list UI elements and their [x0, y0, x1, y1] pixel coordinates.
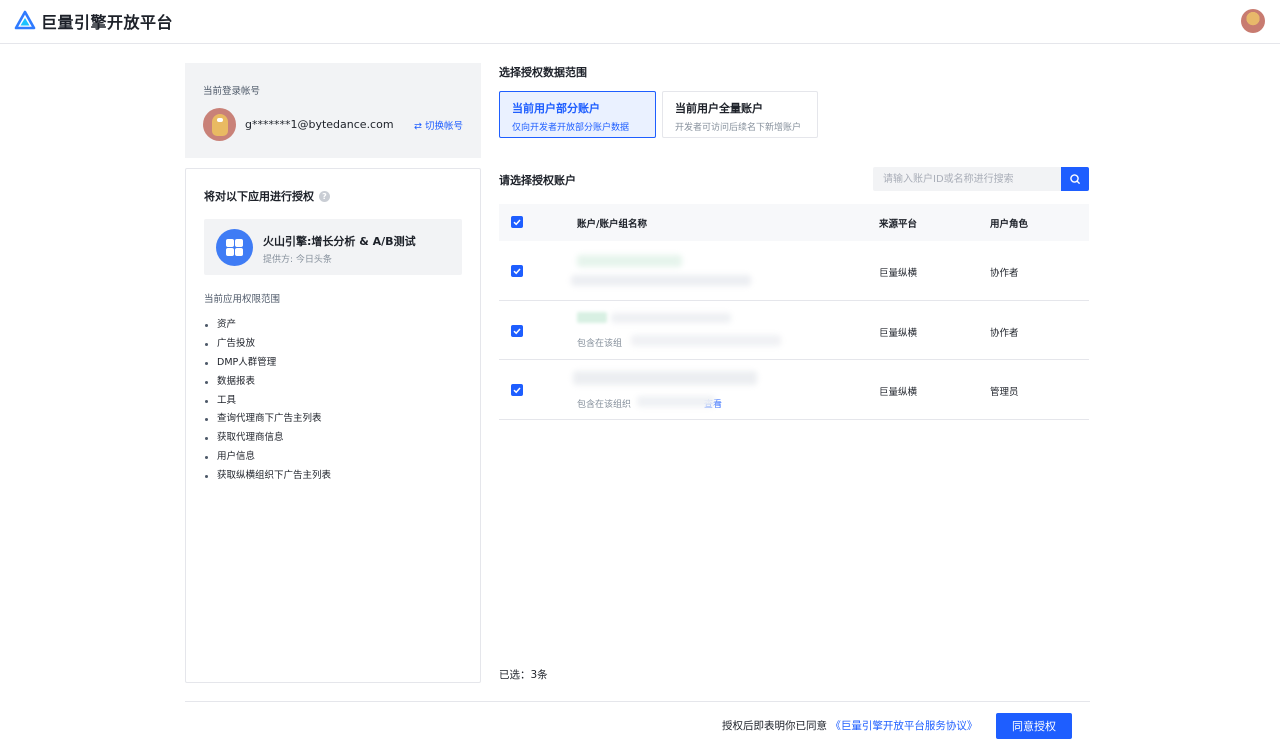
permission-item: 广告投放: [204, 335, 331, 354]
current-account-title: 当前登录帐号: [203, 86, 261, 97]
account-search-input[interactable]: [873, 167, 1061, 191]
scope-option-all[interactable]: 当前用户全量账户 开发者可访问后续名下新增账户: [662, 91, 818, 138]
check-icon: [513, 219, 521, 226]
redacted-account-subtext: [571, 275, 751, 286]
row-role: 协作者: [990, 268, 1019, 279]
scope-option-title: 当前用户全量账户: [675, 102, 763, 115]
agree-authorize-button[interactable]: 同意授权: [996, 713, 1072, 739]
permission-item: 获取代理商信息: [204, 429, 331, 448]
redacted-account-name: [573, 371, 757, 385]
select-account-label: 请选择授权账户: [499, 174, 576, 187]
table-row[interactable]: 巨量纵横 协作者: [499, 241, 1089, 301]
app-grid-icon: [216, 229, 253, 266]
scope-option-partial[interactable]: 当前用户部分账户 仅向开发者开放部分账户数据: [499, 91, 656, 138]
permission-list: 资产 广告投放 DMP人群管理 数据报表 工具 查询代理商下广告主列表 获取代理…: [204, 316, 331, 486]
redacted-account-tag: [577, 311, 607, 323]
check-icon: [513, 387, 521, 394]
check-icon: [513, 268, 521, 275]
selected-count: 已选：3条: [499, 669, 548, 681]
permission-item: 获取纵横组织下广告主列表: [204, 467, 331, 486]
permission-item: 查询代理商下广告主列表: [204, 410, 331, 429]
top-bar: 巨量引擎开放平台: [0, 0, 1280, 44]
redacted-account-name: [611, 312, 731, 323]
brand[interactable]: 巨量引擎开放平台: [14, 9, 173, 33]
row-role: 协作者: [990, 327, 1019, 339]
logo-icon: [14, 10, 36, 30]
scope-option-desc: 仅向开发者开放部分账户数据: [512, 123, 630, 133]
scope-option-desc: 开发者可访问后续名下新增账户: [675, 123, 802, 133]
app-heading-text: 将对以下应用进行授权: [204, 190, 314, 203]
row-subtext-text: 包含在该组织: [577, 400, 632, 410]
app-card: 火山引擎:增长分析 & A/B测试 提供方: 今日头条: [204, 219, 462, 275]
table-header: 账户/账户组名称 来源平台 用户角色: [499, 204, 1089, 241]
row-checkbox[interactable]: [511, 384, 523, 396]
brand-name: 巨量引擎开放平台: [41, 13, 174, 32]
row-source: 巨量纵横: [879, 268, 918, 279]
user-avatar[interactable]: [1241, 9, 1265, 33]
row-role: 管理员: [990, 387, 1019, 398]
account-email: g*******1@bytedance.com: [245, 118, 394, 131]
data-scope-label: 选择授权数据范围: [499, 66, 587, 79]
account-avatar: [203, 108, 236, 141]
permission-item: 用户信息: [204, 448, 331, 467]
permission-item: DMP人群管理: [204, 354, 331, 373]
permission-item: 数据报表: [204, 373, 331, 392]
row-checkbox[interactable]: [511, 265, 523, 277]
check-icon: [513, 328, 521, 334]
search-button[interactable]: [1061, 167, 1089, 191]
current-account-panel: 当前登录帐号 g*******1@bytedance.com ⇄ 切换帐号: [185, 63, 481, 158]
row-source: 巨量纵横: [879, 387, 918, 398]
row-subtext: 包含在该组: [577, 338, 623, 349]
table-row[interactable]: 包含在该组 巨量纵横 协作者: [499, 301, 1089, 360]
table-row[interactable]: 包含在该组织 查看 巨量纵横 管理员: [499, 360, 1089, 420]
permission-item: 工具: [204, 392, 331, 411]
app-authorization-panel: 将对以下应用进行授权 ? 火山引擎:增长分析 & A/B测试 提供方: 今日头条…: [185, 168, 481, 683]
account-table: 账户/账户组名称 来源平台 用户角色 巨量纵横 协作者 包含在该组 巨量纵横 协…: [499, 204, 1089, 420]
switch-account-link[interactable]: ⇄ 切换帐号: [414, 118, 463, 132]
app-heading: 将对以下应用进行授权 ?: [204, 188, 330, 204]
redacted-subtext: [631, 334, 781, 346]
permission-scope-title: 当前应用权限范围: [204, 294, 281, 305]
service-agreement-link[interactable]: 《巨量引擎开放平台服务协议》: [830, 720, 977, 732]
row-checkbox[interactable]: [511, 324, 523, 337]
help-icon[interactable]: ?: [319, 190, 330, 202]
scope-option-title: 当前用户部分账户: [512, 102, 600, 115]
column-header-source: 来源平台: [879, 219, 918, 230]
column-header-name: 账户/账户组名称: [577, 219, 647, 230]
row-source: 巨量纵横: [879, 327, 918, 339]
footer-divider: [185, 701, 1090, 702]
app-name: 火山引擎:增长分析 & A/B测试: [263, 235, 416, 248]
agreement-prefix: 授权后即表明你已同意: [722, 720, 827, 732]
app-provider: 提供方: 今日头条: [263, 255, 332, 265]
column-header-role: 用户角色: [990, 219, 1029, 230]
redacted-subtext: [637, 396, 715, 407]
permission-item: 资产: [204, 316, 331, 335]
select-all-checkbox[interactable]: [511, 216, 523, 228]
search-icon: [1070, 174, 1080, 184]
agreement-text: 授权后即表明你已同意 《巨量引擎开放平台服务协议》: [722, 718, 977, 733]
redacted-account-name: [577, 255, 682, 267]
